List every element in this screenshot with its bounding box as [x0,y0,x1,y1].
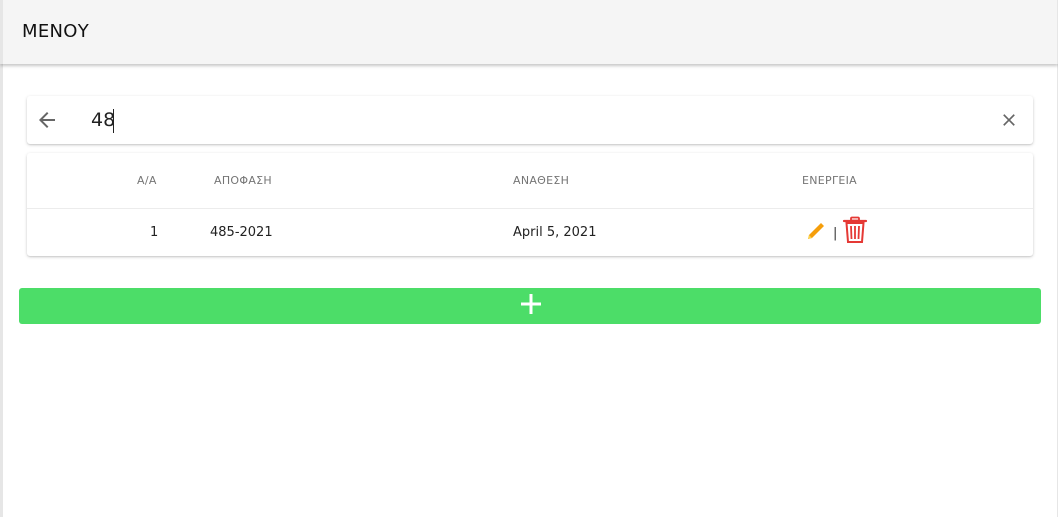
column-header-decision[interactable]: ΑΠΟΦΑΣΗ [214,174,272,187]
cell-decision: 485-2021 [210,225,273,240]
table-header: Α/Α ΑΠΟΦΑΣΗ ΑΝΑΘΕΣΗ ΕΝΕΡΓΕΙΑ [27,153,1033,209]
search-input[interactable] [89,106,969,134]
action-separator: | [833,226,838,241]
pencil-icon[interactable] [804,219,828,243]
search-bar [27,96,1033,144]
column-header-index[interactable]: Α/Α [137,174,157,187]
app-header: ΜΕΝΟΥ [0,0,1058,64]
cell-index: 1 [150,225,159,240]
column-header-action: ΕΝΕΡΓΕΙΑ [802,174,858,187]
add-button[interactable] [19,288,1041,324]
trash-icon[interactable] [842,216,868,244]
page-frame [0,0,1058,517]
plus-icon [521,294,541,314]
cell-assignment: April 5, 2021 [513,225,597,240]
page-title: ΜΕΝΟΥ [22,21,90,42]
close-icon[interactable] [999,110,1019,130]
column-header-assignment[interactable]: ΑΝΑΘΕΣΗ [513,174,569,187]
arrow-left-icon[interactable] [35,108,59,132]
results-table: Α/Α ΑΠΟΦΑΣΗ ΑΝΑΘΕΣΗ ΕΝΕΡΓΕΙΑ 1 485-2021 … [27,153,1033,256]
text-caret [113,109,114,133]
